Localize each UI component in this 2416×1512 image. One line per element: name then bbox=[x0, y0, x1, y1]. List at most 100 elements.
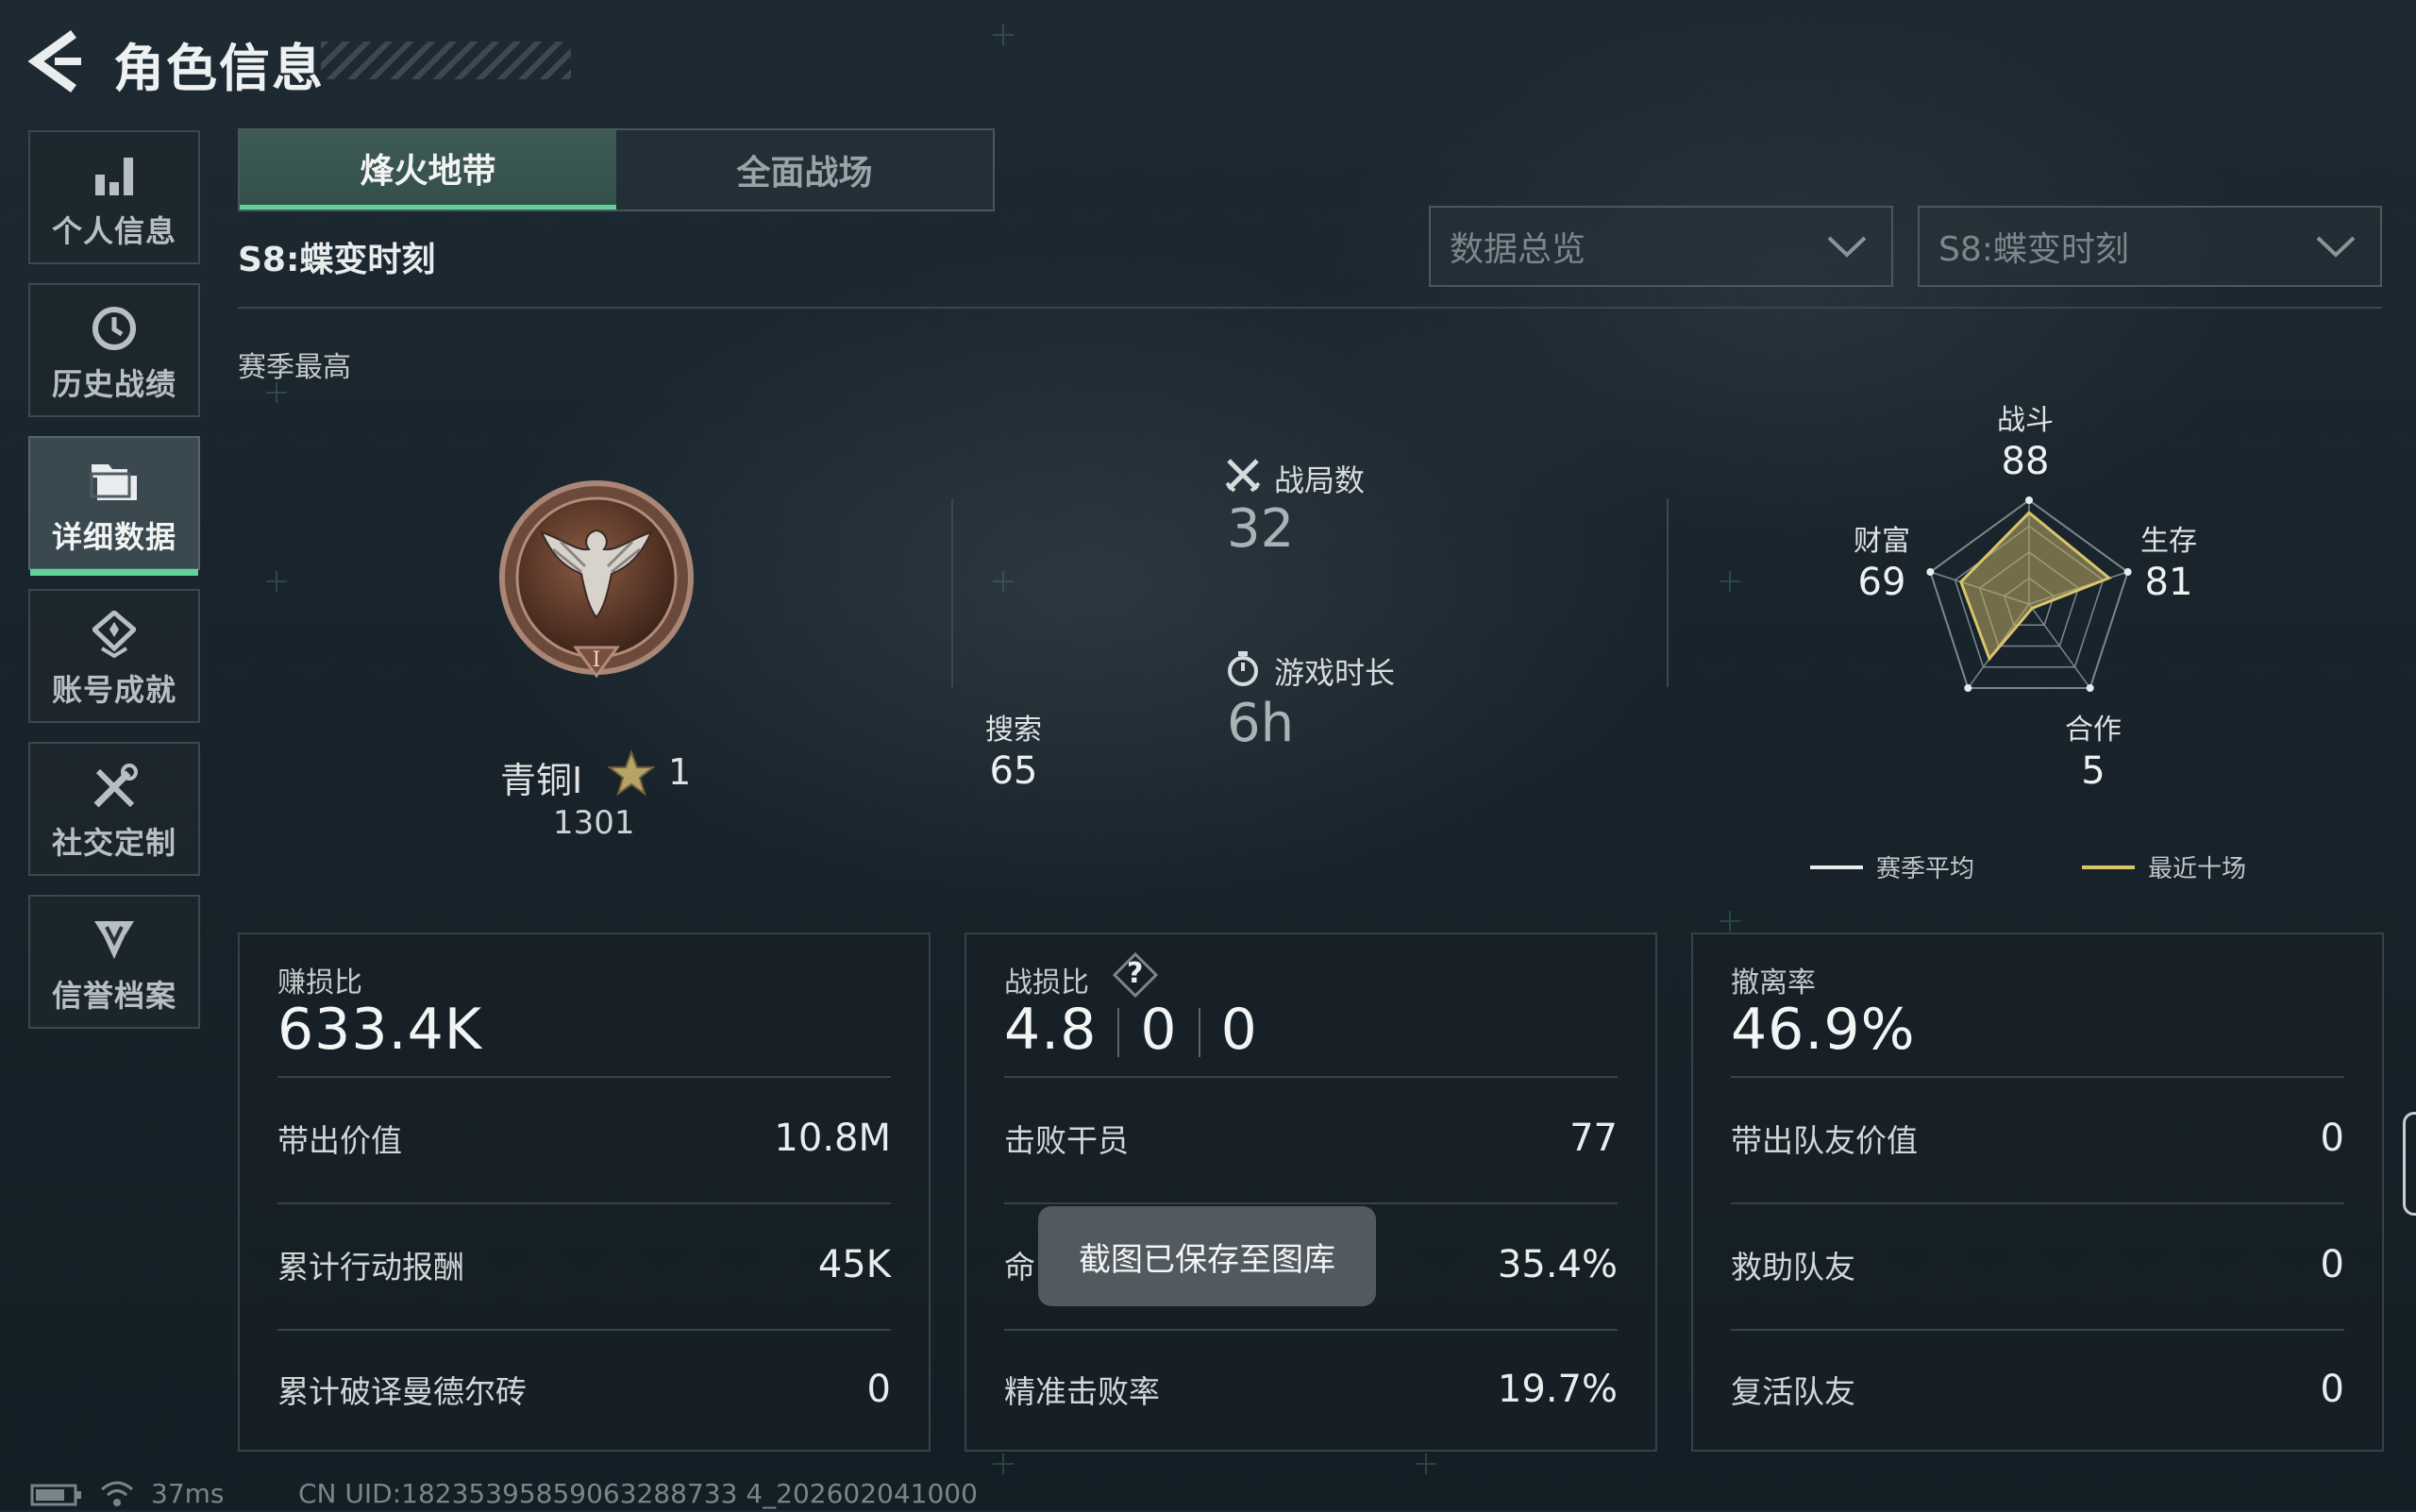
divider bbox=[238, 307, 2382, 309]
divider bbox=[1198, 1008, 1200, 1058]
rank-stars: 1 bbox=[668, 751, 692, 793]
combat-card: 战损比 ? 4.8 0 0 击败干员 77 命 35.4% 精准击败率 19.7% bbox=[965, 932, 1657, 1452]
kd-value: 0 bbox=[1220, 997, 1258, 1063]
view-dropdown-value: 数据总览 bbox=[1450, 230, 1586, 269]
stat-label: 复活队友 bbox=[1731, 1373, 1855, 1410]
stopwatch-icon bbox=[1225, 649, 1261, 687]
season-dropdown-value: S8:蝶变时刻 bbox=[1938, 230, 2129, 269]
bar-chart-icon bbox=[86, 149, 143, 202]
season-dropdown[interactable]: S8:蝶变时刻 bbox=[1918, 206, 2382, 287]
folder-data-icon bbox=[86, 455, 143, 508]
radar-label-teamwork: 合作 bbox=[2065, 714, 2122, 747]
matches-value: 32 bbox=[1227, 498, 1295, 560]
tools-icon bbox=[86, 761, 143, 814]
radar-value-teamwork: 5 bbox=[2081, 749, 2106, 793]
kd-value: 4.8 bbox=[1004, 997, 1098, 1063]
card-title: 赚损比 bbox=[277, 966, 362, 1000]
radar-label-search: 搜索 bbox=[985, 714, 1042, 747]
mode-tabs: 烽火地带 全面战场 bbox=[238, 128, 995, 211]
kd-value: 0 bbox=[1140, 997, 1178, 1063]
legend-season-average: 赛季平均 bbox=[1810, 849, 1974, 884]
tab-warzone[interactable]: 烽火地带 bbox=[240, 130, 616, 210]
radar-value-combat: 88 bbox=[2001, 440, 2050, 483]
card-title: 战损比 bbox=[1004, 966, 1089, 1000]
wifi-icon bbox=[98, 1478, 136, 1508]
stat-value: 0 bbox=[2320, 1117, 2344, 1160]
stat-label: 累计破译曼德尔砖 bbox=[277, 1373, 527, 1410]
tab-full-battlefield[interactable]: 全面战场 bbox=[616, 130, 993, 210]
chevron-down-icon bbox=[1827, 236, 1867, 258]
page-title: 角色信息 bbox=[113, 39, 325, 98]
divider bbox=[1004, 1329, 1618, 1331]
sidebar-item-label: 个人信息 bbox=[51, 213, 176, 249]
divider bbox=[1004, 1076, 1618, 1078]
stat-row: 救助队友 0 bbox=[1731, 1236, 2344, 1293]
divider bbox=[277, 1076, 891, 1078]
stat-value: 77 bbox=[1569, 1117, 1618, 1160]
stat-value: 0 bbox=[2320, 1368, 2344, 1411]
sidebar-item-label: 信誉档案 bbox=[51, 978, 176, 1014]
back-arrow-icon bbox=[27, 29, 81, 93]
season-title: S8:蝶变时刻 bbox=[238, 241, 436, 279]
back-button[interactable] bbox=[26, 28, 83, 94]
legend-swatch bbox=[2082, 865, 2135, 869]
card-main-value: 46.9% bbox=[1731, 997, 1916, 1063]
sidebar-item-achievements[interactable]: 账号成就 bbox=[28, 589, 200, 723]
extraction-card: 撤离率 46.9% 带出队友价值 0 救助队友 0 复活队友 0 bbox=[1691, 932, 2384, 1452]
section-label: 赛季最高 bbox=[238, 351, 351, 384]
radar-value-survival: 81 bbox=[2144, 561, 2193, 604]
divider bbox=[1004, 1202, 1618, 1204]
crossed-swords-icon bbox=[1225, 457, 1261, 493]
toast-message: 截图已保存至图库 bbox=[1038, 1206, 1376, 1306]
stat-value: 35.4% bbox=[1497, 1243, 1618, 1286]
chevron-down-icon bbox=[2316, 236, 2356, 258]
radar-vertex-dot bbox=[1964, 683, 1972, 692]
card-main-value: 633.4K bbox=[277, 997, 483, 1063]
view-dropdown[interactable]: 数据总览 bbox=[1429, 206, 1893, 287]
rank-score: 1301 bbox=[553, 804, 635, 842]
bronze-eagle-emblem-icon: I bbox=[495, 476, 698, 695]
sidebar-item-label: 历史战绩 bbox=[51, 366, 176, 402]
radar-label-survival: 生存 bbox=[2140, 525, 2197, 558]
legend-label: 最近十场 bbox=[2148, 855, 2247, 883]
sidebar-item-reputation[interactable]: 信誉档案 bbox=[28, 895, 200, 1029]
stat-value: 19.7% bbox=[1497, 1368, 1618, 1411]
divider bbox=[277, 1329, 891, 1331]
stat-label: 带出队友价值 bbox=[1731, 1122, 1918, 1159]
stat-label: 命 bbox=[1004, 1249, 1035, 1285]
sidebar-item-social[interactable]: 社交定制 bbox=[28, 742, 200, 876]
help-mark: ? bbox=[1127, 957, 1144, 990]
legend-swatch bbox=[1810, 865, 1863, 869]
sidebar-item-history[interactable]: 历史战绩 bbox=[28, 283, 200, 417]
divider bbox=[1731, 1202, 2344, 1204]
radar-vertex-dot bbox=[2025, 496, 2033, 504]
stat-row: 带出队友价值 0 bbox=[1731, 1110, 2344, 1167]
stat-row: 累计行动报酬 45K bbox=[277, 1236, 891, 1293]
divider bbox=[1731, 1076, 2344, 1078]
sidebar-item-personal-info[interactable]: 个人信息 bbox=[28, 130, 200, 264]
radar-label-combat: 战斗 bbox=[1997, 404, 2054, 437]
sidebar-item-label: 社交定制 bbox=[51, 825, 176, 861]
radar-label-wealth: 财富 bbox=[1854, 525, 1910, 558]
stat-row: 带出价值 10.8M bbox=[277, 1110, 891, 1167]
sidebar-item-detailed-data[interactable]: 详细数据 bbox=[28, 436, 200, 576]
sidebar-item-label: 账号成就 bbox=[51, 672, 176, 708]
side-drawer-handle[interactable] bbox=[2403, 1112, 2416, 1216]
star-icon bbox=[607, 749, 656, 797]
divider bbox=[1731, 1329, 2344, 1331]
help-button[interactable]: ? bbox=[1112, 951, 1159, 999]
stat-label: 精准击败率 bbox=[1004, 1373, 1160, 1410]
matches-label: 战局数 bbox=[1274, 462, 1366, 498]
playtime-label: 游戏时长 bbox=[1274, 655, 1396, 691]
uid: CN UID:18235395859063288733 4_2026020410… bbox=[298, 1478, 978, 1509]
stat-label: 带出价值 bbox=[277, 1122, 402, 1159]
rank-name: 青铜I bbox=[500, 760, 583, 801]
radar-vertex-dot bbox=[2086, 683, 2094, 692]
card-title: 撤离率 bbox=[1731, 966, 1816, 1000]
battery-icon bbox=[30, 1484, 83, 1506]
divider bbox=[1117, 1008, 1120, 1058]
divider bbox=[277, 1202, 891, 1204]
shield-badge-icon bbox=[86, 914, 143, 966]
stat-value: 0 bbox=[866, 1368, 891, 1411]
playtime-value: 6h bbox=[1227, 693, 1295, 754]
